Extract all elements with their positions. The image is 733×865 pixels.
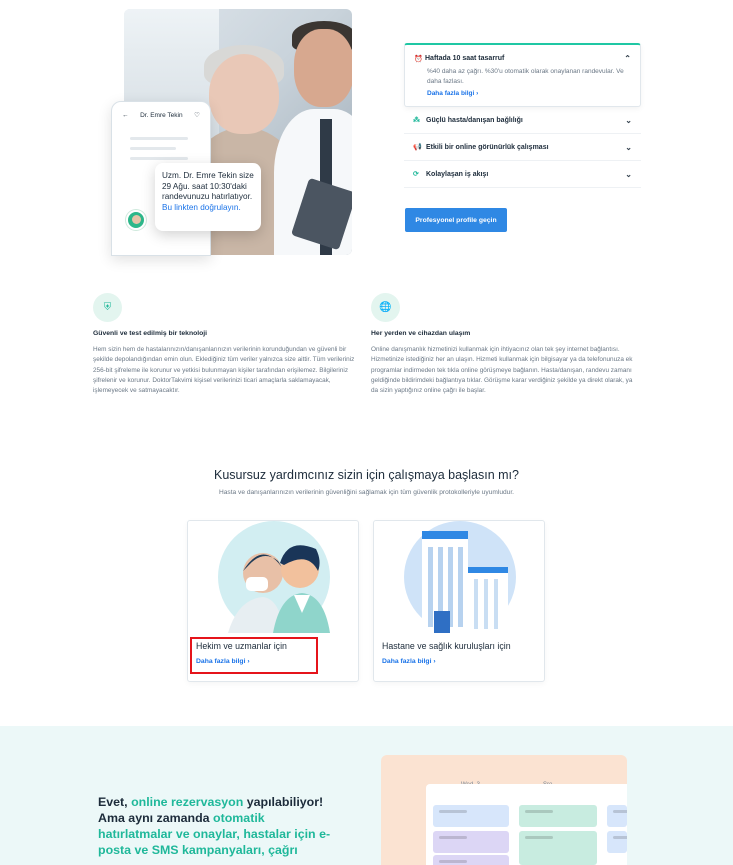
accordion-item-visibility[interactable]: 📢 Etkili bir online görünürlük çalışması… [404, 134, 641, 161]
feature-title-security: Güvenli ve test edilmiş bir teknoloji [93, 330, 208, 337]
chevron-down-icon[interactable]: ⌄ [625, 116, 632, 125]
reminder-link[interactable]: Bu linkten doğrulayın. [162, 203, 241, 212]
doctors-illustration [218, 521, 330, 633]
back-arrow-icon: ← [122, 111, 129, 119]
megaphone-icon: 📢 [413, 144, 422, 151]
doctor-avatar [126, 210, 146, 230]
hospital-illustration [404, 521, 516, 635]
feature-text-security: Hem sizin hem de hastalarınızın/danışanl… [93, 346, 355, 395]
people-icon: ⁂ [413, 117, 420, 124]
card-hospitals[interactable]: Hastane ve sağlık kuruluşları için Daha … [373, 520, 545, 682]
cta-title: Kusursuz yardımcınız sizin için çalışmay… [214, 468, 519, 482]
refresh-icon: ⟳ [413, 171, 419, 178]
pro-profile-button[interactable]: Profesyonel profile geçin [405, 208, 507, 232]
feature-title-access: Her yerden ve cihazdan ulaşım [371, 330, 471, 337]
chevron-down-icon[interactable]: ⌄ [625, 143, 632, 152]
accordion-item-title: Haftada 10 saat tasarruf [425, 55, 505, 62]
card-title: Hastane ve sağlık kuruluşları için [382, 641, 511, 651]
phone-doctor-name: Dr. Emre Tekin [140, 111, 183, 119]
shield-icon: ⛨ [93, 293, 122, 322]
alarm-clock-icon: ⏰ [414, 55, 423, 63]
accordion-item-open[interactable]: ⏰ Haftada 10 saat tasarruf ⌃ %40 daha az… [404, 43, 641, 107]
reminder-bubble: Uzm. Dr. Emre Tekin size 29 Ağu. saat 10… [155, 163, 261, 231]
calendar-preview: Wed. 3 Sro. [381, 755, 627, 865]
accordion-item-workflow[interactable]: ⟳ Kolaylaşan iş akışı ⌄ [404, 161, 641, 188]
bottom-headline: Evet, online rezervasyon yapılabiliyor! … [98, 795, 331, 857]
feature-text-access: Online danışmanlık hizmetinizi kullanmak… [371, 346, 633, 395]
accordion-item-engagement[interactable]: ⁂ Güçlü hasta/danışan bağlılığı ⌄ [404, 107, 641, 134]
cta-subtitle: Hasta ve danışanlarınızın verilerinin gü… [218, 489, 515, 496]
highlight-box [190, 637, 318, 674]
chevron-down-icon[interactable]: ⌄ [625, 170, 632, 179]
card-more-link[interactable]: Daha fazla bilgi › [382, 658, 436, 665]
accordion-item-title: Etkili bir online görünürlük çalışması [426, 143, 549, 151]
accordion-item-body: %40 daha az çağrı. %30'u otomatik olarak… [427, 68, 624, 85]
benefits-accordion: ⏰ Haftada 10 saat tasarruf ⌃ %40 daha az… [404, 43, 641, 188]
reminder-text: Uzm. Dr. Emre Tekin size 29 Ağu. saat 10… [162, 171, 254, 201]
accordion-item-title: Kolaylaşan iş akışı [426, 170, 489, 178]
chevron-up-icon[interactable]: ⌃ [624, 54, 631, 63]
heart-icon: ♡ [194, 112, 200, 119]
globe-icon: 🌐 [371, 293, 400, 322]
accordion-item-title: Güçlü hasta/danışan bağlılığı [426, 116, 523, 124]
accordion-more-link[interactable]: Daha fazla bilgi › [414, 87, 631, 97]
